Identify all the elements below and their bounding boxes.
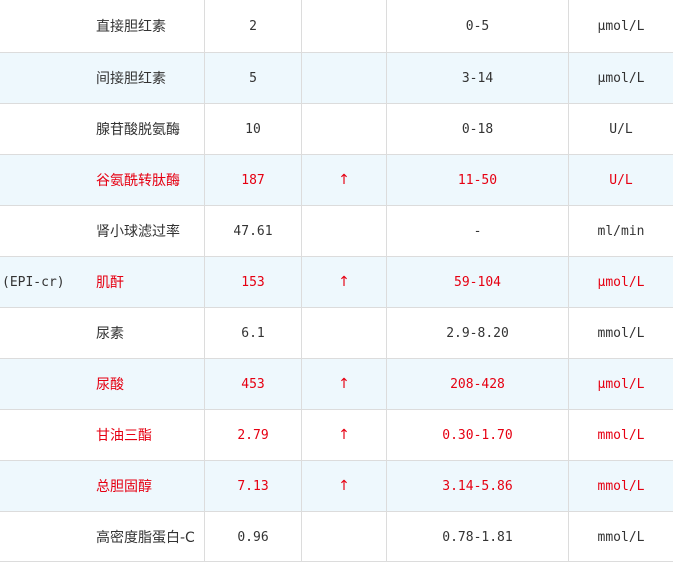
reference-range: 0.30-1.70 <box>386 410 568 460</box>
result-value: 10 <box>204 104 301 154</box>
result-value: 6.1 <box>204 308 301 358</box>
test-name: 高密度脂蛋白-C <box>96 530 195 546</box>
result-value: 2.79 <box>204 410 301 460</box>
result-value: 2 <box>204 0 301 52</box>
abnormal-flag: ↑ <box>301 257 386 307</box>
table-row: 总胆固醇 7.13 ↑ 3.14-5.86 mmol/L <box>0 460 673 511</box>
unit: mmol/L <box>568 410 673 460</box>
test-name: 肾小球滤过率 <box>96 224 180 240</box>
table-row: 尿素 6.1 2.9-8.20 mmol/L <box>0 307 673 358</box>
reference-range: 3-14 <box>386 53 568 103</box>
test-name: 尿酸 <box>96 377 124 393</box>
result-value: 187 <box>204 155 301 205</box>
test-name: 总胆固醇 <box>96 479 152 495</box>
table-row: 尿酸 453 ↑ 208-428 μmol/L <box>0 358 673 409</box>
test-code <box>0 0 96 52</box>
abnormal-flag: ↑ <box>301 155 386 205</box>
reference-range: 2.9-8.20 <box>386 308 568 358</box>
test-name: 直接胆红素 <box>96 19 166 35</box>
table-row: (EPI-cr) 肌酐 153 ↑ 59-104 μmol/L <box>0 256 673 307</box>
test-code <box>0 461 96 511</box>
unit: U/L <box>568 155 673 205</box>
result-value: 5 <box>204 53 301 103</box>
unit: mmol/L <box>568 512 673 562</box>
test-name: 肌酐 <box>96 275 124 291</box>
table-row: 肾小球滤过率 47.61 - ml/min <box>0 205 673 256</box>
test-name: 腺苷酸脱氨酶 <box>96 122 180 138</box>
reference-range: - <box>386 206 568 256</box>
unit: μmol/L <box>568 257 673 307</box>
reference-range: 0.78-1.81 <box>386 512 568 562</box>
test-code: (EPI-cr) <box>2 274 65 290</box>
test-code <box>0 308 96 358</box>
reference-range: 0-5 <box>386 0 568 52</box>
result-value: 0.96 <box>204 512 301 562</box>
table-row: 腺苷酸脱氨酶 10 0-18 U/L <box>0 103 673 154</box>
result-value: 153 <box>204 257 301 307</box>
table-row: 高密度脂蛋白-C 0.96 0.78-1.81 mmol/L <box>0 511 673 562</box>
test-name: 甘油三酯 <box>96 428 152 444</box>
unit: mmol/L <box>568 461 673 511</box>
table-row: 甘油三酯 2.79 ↑ 0.30-1.70 mmol/L <box>0 409 673 460</box>
reference-range: 11-50 <box>386 155 568 205</box>
reference-range: 0-18 <box>386 104 568 154</box>
reference-range: 59-104 <box>386 257 568 307</box>
test-code <box>0 410 96 460</box>
table-row: 直接胆红素 2 0-5 μmol/L <box>0 0 673 52</box>
unit: U/L <box>568 104 673 154</box>
test-code <box>0 206 96 256</box>
abnormal-flag <box>301 53 386 103</box>
abnormal-flag <box>301 308 386 358</box>
test-code <box>0 104 96 154</box>
abnormal-flag <box>301 512 386 562</box>
lab-results-table: 直接胆红素 2 0-5 μmol/L 间接胆红素 5 3-14 μmol/L 腺… <box>0 0 673 562</box>
result-value: 47.61 <box>204 206 301 256</box>
test-name: 间接胆红素 <box>96 71 166 87</box>
reference-range: 208-428 <box>386 359 568 409</box>
reference-range: 3.14-5.86 <box>386 461 568 511</box>
unit: ml/min <box>568 206 673 256</box>
unit: μmol/L <box>568 53 673 103</box>
test-code <box>0 53 96 103</box>
abnormal-flag <box>301 0 386 52</box>
test-name: 尿素 <box>96 326 124 342</box>
unit: μmol/L <box>568 0 673 52</box>
abnormal-flag: ↑ <box>301 359 386 409</box>
unit: mmol/L <box>568 308 673 358</box>
table-row: 间接胆红素 5 3-14 μmol/L <box>0 52 673 103</box>
test-code <box>0 155 96 205</box>
test-name: 谷氨酰转肽酶 <box>96 173 180 189</box>
result-value: 453 <box>204 359 301 409</box>
unit: μmol/L <box>568 359 673 409</box>
abnormal-flag: ↑ <box>301 410 386 460</box>
abnormal-flag <box>301 206 386 256</box>
abnormal-flag: ↑ <box>301 461 386 511</box>
test-code <box>0 512 96 562</box>
test-code <box>0 359 96 409</box>
abnormal-flag <box>301 104 386 154</box>
result-value: 7.13 <box>204 461 301 511</box>
table-row: 谷氨酰转肽酶 187 ↑ 11-50 U/L <box>0 154 673 205</box>
